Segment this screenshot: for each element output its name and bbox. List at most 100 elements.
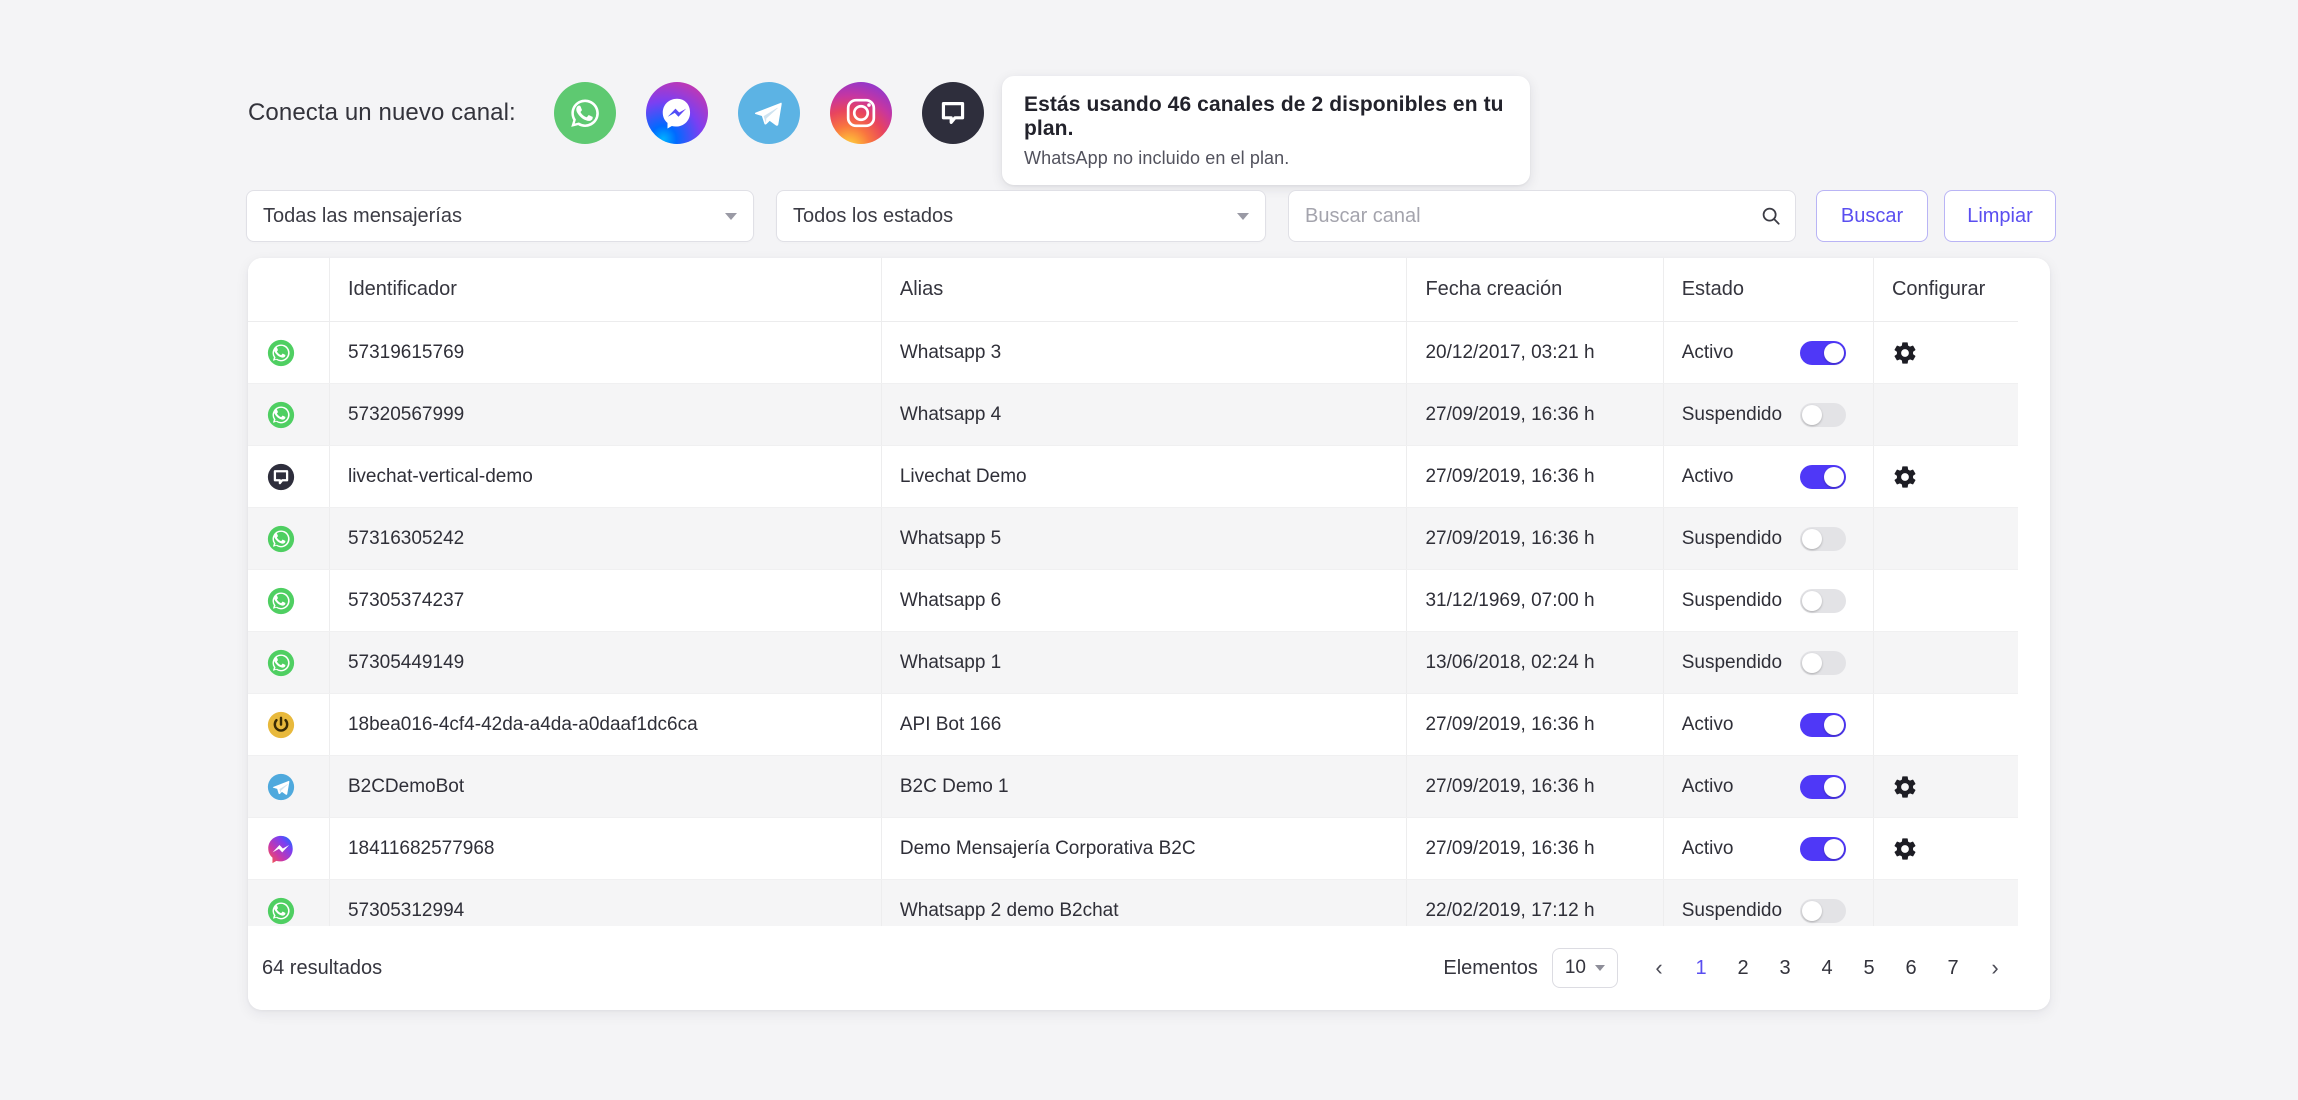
messenger-icon [266, 834, 296, 864]
search-input[interactable] [1288, 190, 1796, 242]
row-channel-icon-cell [248, 445, 330, 508]
messaging-filter-select[interactable]: Todas las mensajerías [246, 190, 754, 242]
table-row: 57305449149 Whatsapp 1 13/06/2018, 02:24 h… [248, 631, 2018, 694]
telegram-channel-button[interactable] [737, 82, 800, 144]
row-created: 27/09/2019, 16:36 h [1406, 383, 1664, 446]
chevron-down-icon [1595, 965, 1605, 971]
gear-icon[interactable] [1892, 464, 1918, 490]
livechat-channel-button[interactable] [921, 82, 984, 144]
row-state-toggle[interactable] [1799, 650, 1846, 675]
clear-button[interactable]: Limpiar [1944, 190, 2056, 242]
row-state: Activo [1662, 445, 1874, 508]
pagination-page-7[interactable]: 7 [1940, 951, 1966, 985]
row-created: 27/09/2019, 16:36 h [1406, 507, 1664, 570]
pagination-prev[interactable]: ‹ [1646, 951, 1672, 985]
table-row: 57319615769 Whatsapp 3 20/12/2017, 03:21 h… [248, 321, 2018, 384]
row-state-toggle[interactable] [1799, 836, 1846, 861]
messaging-filter-value: Todas las mensajerías [263, 204, 462, 227]
row-state-toggle[interactable] [1799, 464, 1846, 489]
row-state: Suspendido [1662, 383, 1874, 446]
channels-card: Identificador Alias Fecha creación Estad… [248, 258, 2050, 1010]
channel-buttons [553, 82, 984, 144]
row-state: Suspendido [1662, 569, 1874, 632]
row-channel-icon-cell [248, 693, 330, 756]
row-configure [1872, 693, 2018, 756]
page-buttons: ‹ 1 2 3 4 5 6 7 › [1638, 951, 2016, 985]
whatsapp-icon [266, 586, 296, 616]
search-button[interactable]: Buscar [1816, 190, 1928, 242]
gear-icon[interactable] [1892, 836, 1918, 862]
pagination-page-2[interactable]: 2 [1730, 951, 1756, 985]
plan-usage-title: Estás usando 46 canales de 2 disponibles… [1024, 93, 1504, 140]
toggle-knob [1823, 714, 1844, 735]
telegram-icon [266, 772, 296, 802]
row-configure [1872, 383, 2018, 446]
instagram-channel-button[interactable] [829, 82, 892, 144]
whatsapp-channel-button[interactable] [553, 82, 616, 144]
search-icon[interactable] [1760, 205, 1782, 227]
row-state-toggle[interactable] [1799, 340, 1846, 365]
row-state: Activo [1662, 321, 1874, 384]
row-state-label: Suspendido [1681, 651, 1783, 673]
row-state: Activo [1662, 817, 1874, 880]
pagination-page-5[interactable]: 5 [1856, 951, 1882, 985]
filter-bar: Todas las mensajerías Todos los estados … [246, 190, 2056, 242]
connect-new-channel-bar: Conecta un nuevo canal: [248, 58, 984, 168]
row-identifier: 18bea016-4cf4-42da-a4da-a0daaf1dc6ca [328, 693, 882, 756]
pagination-page-6[interactable]: 6 [1898, 951, 1924, 985]
row-state-toggle[interactable] [1799, 526, 1846, 551]
row-identifier: 57305449149 [328, 631, 882, 694]
row-identifier: 57316305242 [328, 507, 882, 570]
pagination: Elementos 10 ‹ 1 2 3 4 5 6 7 › [1443, 948, 2016, 988]
table-row: 18bea016-4cf4-42da-a4da-a0daaf1dc6ca API … [248, 693, 2018, 756]
pagination-page-3[interactable]: 3 [1772, 951, 1798, 985]
row-alias: Whatsapp 4 [880, 383, 1407, 446]
row-created: 31/12/1969, 07:00 h [1406, 569, 1664, 632]
messenger-channel-button[interactable] [645, 82, 708, 144]
row-identifier: B2CDemoBot [328, 755, 882, 818]
pagination-page-1[interactable]: 1 [1688, 951, 1714, 985]
toggle-knob [1801, 590, 1822, 611]
table-row: 57320567999 Whatsapp 4 27/09/2019, 16:36 h… [248, 383, 2018, 446]
row-state-label: Activo [1681, 775, 1734, 797]
row-configure [1872, 755, 2018, 818]
row-state-label: Suspendido [1681, 899, 1783, 921]
row-state-label: Suspendido [1681, 527, 1783, 549]
row-state-toggle[interactable] [1799, 712, 1846, 737]
row-state-toggle[interactable] [1799, 898, 1846, 923]
pagination-page-4[interactable]: 4 [1814, 951, 1840, 985]
search-field-wrapper [1288, 190, 1796, 242]
row-alias: B2C Demo 1 [880, 755, 1407, 818]
row-state-toggle[interactable] [1799, 588, 1846, 613]
row-channel-icon-cell [248, 755, 330, 818]
chevron-down-icon [1237, 212, 1249, 220]
row-alias: Whatsapp 5 [880, 507, 1407, 570]
whatsapp-icon [266, 896, 296, 926]
row-configure [1872, 507, 2018, 570]
row-alias: Whatsapp 3 [880, 321, 1407, 384]
per-page-select[interactable]: 10 [1551, 948, 1618, 988]
row-state-toggle[interactable] [1799, 402, 1846, 427]
row-identifier: 57320567999 [328, 383, 882, 446]
row-created: 27/09/2019, 16:36 h [1406, 755, 1664, 818]
pagination-next[interactable]: › [1982, 951, 2008, 985]
channels-table: Identificador Alias Fecha creación Estad… [248, 258, 2018, 942]
gear-icon[interactable] [1892, 774, 1918, 800]
gear-icon[interactable] [1892, 340, 1918, 366]
row-identifier: 57319615769 [328, 321, 882, 384]
status-filter-select[interactable]: Todos los estados [776, 190, 1266, 242]
telegram-icon [750, 94, 788, 132]
toggle-knob [1823, 466, 1844, 487]
toggle-knob [1801, 900, 1822, 921]
toggle-knob [1823, 342, 1844, 363]
row-state-toggle[interactable] [1799, 774, 1846, 799]
whatsapp-icon [266, 524, 296, 554]
row-identifier: 57305374237 [328, 569, 882, 632]
table-row: 57305374237 Whatsapp 6 31/12/1969, 07:00 h… [248, 569, 2018, 632]
toggle-knob [1801, 528, 1822, 549]
table-header-row: Identificador Alias Fecha creación Estad… [248, 258, 2018, 322]
status-filter-value: Todos los estados [793, 204, 954, 227]
row-configure [1872, 321, 2018, 384]
livechat-icon [936, 96, 970, 130]
row-channel-icon-cell [248, 817, 330, 880]
